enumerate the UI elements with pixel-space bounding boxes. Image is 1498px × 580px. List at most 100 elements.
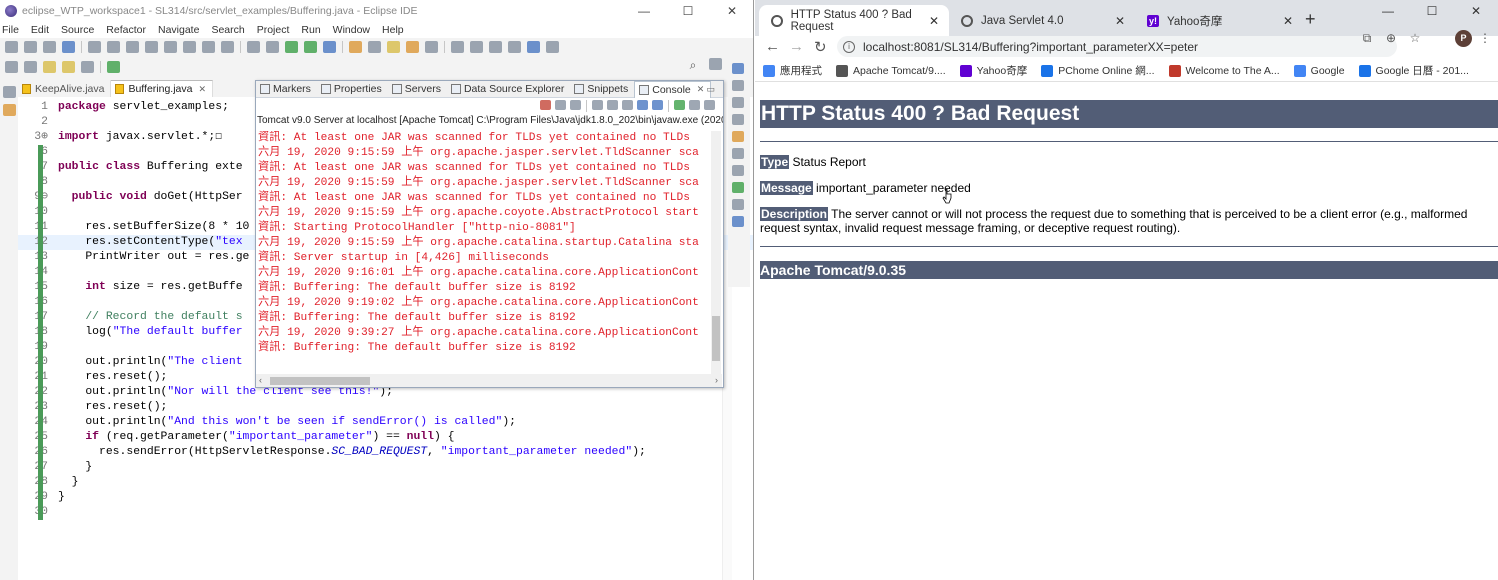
word-wrap-icon[interactable] [622, 100, 633, 110]
console-icon[interactable] [732, 216, 744, 227]
zoom-icon[interactable]: ⊕ [1384, 31, 1398, 45]
step-return-icon[interactable] [221, 41, 234, 53]
step-over-icon[interactable] [202, 41, 215, 53]
tab-servers[interactable]: Servers [388, 81, 447, 98]
show-on-stderr-icon[interactable] [652, 100, 663, 110]
open-type-icon[interactable] [387, 41, 400, 53]
back-icon[interactable] [62, 61, 75, 73]
terminate-icon[interactable] [145, 41, 158, 53]
display-console-icon[interactable] [689, 100, 700, 110]
tab-console[interactable]: Console ✕ [634, 80, 712, 98]
new-package-icon[interactable] [368, 41, 381, 53]
properties-icon[interactable] [732, 148, 744, 159]
address-bar[interactable]: i localhost:8081/SL314/Buffering?importa… [837, 36, 1397, 57]
remove-launch-icon[interactable] [555, 100, 566, 110]
browser-tab-java-servlet[interactable]: Java Servlet 4.0 ✕ [949, 5, 1135, 36]
tab-keepalive-java[interactable]: KeepAlive.java [18, 80, 112, 97]
close-tab-icon[interactable]: ✕ [1115, 14, 1125, 28]
minimize-button[interactable]: — [1366, 0, 1410, 22]
close-tab-icon[interactable]: ✕ [198, 84, 206, 95]
menu-help[interactable]: Help [382, 24, 404, 36]
toggle-block-selection-icon[interactable] [470, 41, 483, 53]
servers-icon[interactable] [732, 165, 744, 176]
pin-console-icon[interactable] [674, 100, 685, 110]
console-vertical-scrollbar[interactable] [711, 131, 721, 375]
bookmark-item[interactable]: Apache Tomcat/9.... [836, 64, 946, 77]
close-button[interactable]: ✕ [1454, 0, 1498, 22]
outline-icon[interactable] [732, 80, 744, 91]
tab-markers[interactable]: Markers [256, 81, 317, 98]
tab-properties[interactable]: Properties [317, 81, 388, 98]
minimize-view-icon[interactable]: ▭ [706, 84, 715, 95]
previous-annotation-icon[interactable] [24, 61, 37, 73]
scroll-thumb[interactable] [270, 377, 370, 385]
console-icon[interactable] [62, 41, 75, 53]
drop-to-frame-icon[interactable] [247, 41, 260, 53]
browser-tab-http-status[interactable]: HTTP Status 400 ? Bad Request ✕ [759, 5, 949, 36]
scroll-right-icon[interactable]: › [715, 375, 718, 385]
bookmark-item[interactable]: Yahoo奇摩 [959, 63, 1027, 78]
menu-project[interactable]: Project [257, 24, 290, 36]
show-on-stdout-icon[interactable] [637, 100, 648, 110]
maximize-button[interactable]: ☐ [1410, 0, 1454, 22]
open-perspective-icon[interactable] [107, 61, 120, 73]
save-all-icon[interactable] [43, 41, 56, 53]
remove-all-terminated-icon[interactable] [570, 100, 581, 110]
menu-edit[interactable]: Edit [31, 24, 49, 36]
bookmark-item[interactable]: Google 日曆 - 201... [1358, 63, 1469, 78]
extra-toolbar-icon[interactable] [546, 41, 559, 53]
search-icon[interactable] [425, 41, 438, 53]
open-console-icon[interactable] [704, 100, 715, 110]
menu-navigate[interactable]: Navigate [158, 24, 199, 36]
skip-breakpoints-icon[interactable] [88, 41, 101, 53]
browser-tab-yahoo[interactable]: y! Yahoo奇摩 ✕ [1135, 5, 1303, 36]
disconnect-icon[interactable] [164, 41, 177, 53]
open-perspective-icon[interactable] [709, 58, 722, 70]
console-horizontal-scrollbar[interactable]: ‹ › [256, 374, 722, 387]
menu-search[interactable]: Search [211, 24, 244, 36]
restore-icon[interactable] [732, 63, 744, 74]
restore-icon[interactable] [732, 114, 744, 125]
close-button[interactable]: ✕ [710, 0, 753, 22]
menu-source[interactable]: Source [61, 24, 94, 36]
forward-button[interactable]: → [789, 38, 804, 55]
minimize-button[interactable]: — [622, 0, 666, 22]
step-into-icon[interactable] [183, 41, 196, 53]
reload-button[interactable]: ↻ [814, 38, 827, 56]
avatar[interactable]: P [1455, 29, 1472, 47]
maximize-button[interactable]: ☐ [666, 0, 710, 22]
restore-icon[interactable] [3, 86, 16, 98]
open-task-icon[interactable] [406, 41, 419, 53]
bookmark-item[interactable]: PChome Online 網... [1041, 63, 1155, 78]
external-tools-icon[interactable] [323, 41, 336, 53]
back-button[interactable]: ← [765, 38, 780, 55]
menu-refactor[interactable]: Refactor [106, 24, 146, 36]
menu-file[interactable]: File [2, 24, 19, 36]
bookmark-item[interactable]: Google [1293, 64, 1345, 77]
tab-snippets[interactable]: Snippets [570, 81, 634, 98]
web-browser-icon[interactable] [527, 41, 540, 53]
task-list-icon[interactable] [732, 97, 744, 108]
console-output[interactable]: 資訊: At least one JAR was scanned for TLD… [256, 131, 711, 375]
bookmark-item[interactable]: Welcome to The A... [1168, 64, 1280, 77]
menu-kebab-icon[interactable]: ⋮ [1478, 31, 1492, 45]
menu-run[interactable]: Run [301, 24, 320, 36]
tab-buffering-java[interactable]: Buffering.java ✕ [111, 80, 214, 97]
run-icon[interactable] [285, 41, 298, 53]
translate-icon[interactable]: ⧉ [1360, 31, 1374, 45]
coverage-icon[interactable] [304, 41, 317, 53]
show-whitespace-icon[interactable] [489, 41, 502, 53]
project-explorer-icon[interactable] [3, 104, 16, 116]
next-annotation-icon[interactable] [5, 61, 18, 73]
debug-icon[interactable] [266, 41, 279, 53]
resume-icon[interactable] [107, 41, 120, 53]
tab-data-source-explorer[interactable]: Data Source Explorer [447, 81, 570, 98]
clear-console-icon[interactable] [592, 100, 603, 110]
close-tab-icon[interactable]: ✕ [1283, 14, 1293, 28]
terminate-icon[interactable] [540, 100, 551, 110]
scroll-left-icon[interactable]: ‹ [259, 375, 262, 385]
new-java-project-icon[interactable] [349, 41, 362, 53]
info-icon[interactable]: i [843, 40, 855, 53]
forward-icon[interactable] [81, 61, 94, 73]
bookmark-star-icon[interactable]: ☆ [1408, 31, 1422, 45]
